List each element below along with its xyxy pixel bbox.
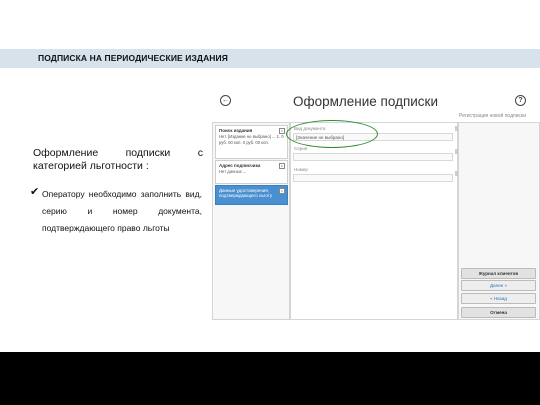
help-icon[interactable]: ? [515,95,526,106]
field-marker-icon [455,149,458,154]
registration-label: Регистрация новой подписки [459,113,526,119]
card-body: Нет. [Издание не выбрано] ... 1. 0 руб. … [219,134,284,145]
actions-panel: Журнал клиентов Далее » « Назад Отмена [455,122,540,320]
edit-icon[interactable]: ≡ [279,163,285,169]
card-title: Поиск издания [219,128,253,133]
next-button[interactable]: Далее » [461,280,536,291]
slide-title: ПОДПИСКА НА ПЕРИОДИЧЕСКИЕ ИЗДАНИЯ [38,53,228,63]
checkmark-icon: ✔ [30,186,40,198]
bullet-text: Оператору необходимо заполнить вид, сери… [42,189,202,233]
series-input[interactable] [293,153,453,161]
app-title: Оформление подписки [293,94,438,109]
slide: ПОДПИСКА НА ПЕРИОДИЧЕСКИЕ ИЗДАНИЯ Оформл… [0,0,540,352]
cancel-button[interactable]: Отмена [461,307,536,318]
field-marker-icon [455,171,458,176]
field-label-number: Номер [294,167,308,172]
highlight-oval [286,120,378,148]
edit-icon[interactable]: ≡ [279,188,285,194]
card-title: Данные удостоверения, подтверждающего ль… [219,188,273,198]
header-band: ПОДПИСКА НА ПЕРИОДИЧЕСКИЕ ИЗДАНИЯ [0,49,540,68]
step-card-search[interactable]: Поиск издания Нет. [Издание не выбрано] … [215,125,288,159]
steps-panel: Поиск издания Нет. [Издание не выбрано] … [212,122,290,320]
field-marker-icon [455,126,458,131]
edit-icon[interactable]: ≡ [279,128,285,134]
lead-text: Оформление подписки с категорией льготно… [33,147,203,172]
form-panel: Вид документа [Значение не выбрано] Сери… [286,120,458,320]
app-screenshot: ← Оформление подписки ? Регистрация ново… [209,89,540,320]
back-arrow-icon[interactable]: ← [220,95,231,106]
journal-button[interactable]: Журнал клиентов [461,268,536,279]
card-title: Адрес подписчика [219,163,261,168]
back-button[interactable]: « Назад [461,293,536,304]
field-label-series: Серия [294,146,308,151]
card-body: Нет данных ... [219,169,247,174]
step-card-document[interactable]: Данные удостоверения, подтверждающего ль… [215,185,288,205]
number-input[interactable] [293,174,453,182]
step-card-address[interactable]: Адрес подписчика Нет данных ... ≡ [215,160,288,184]
